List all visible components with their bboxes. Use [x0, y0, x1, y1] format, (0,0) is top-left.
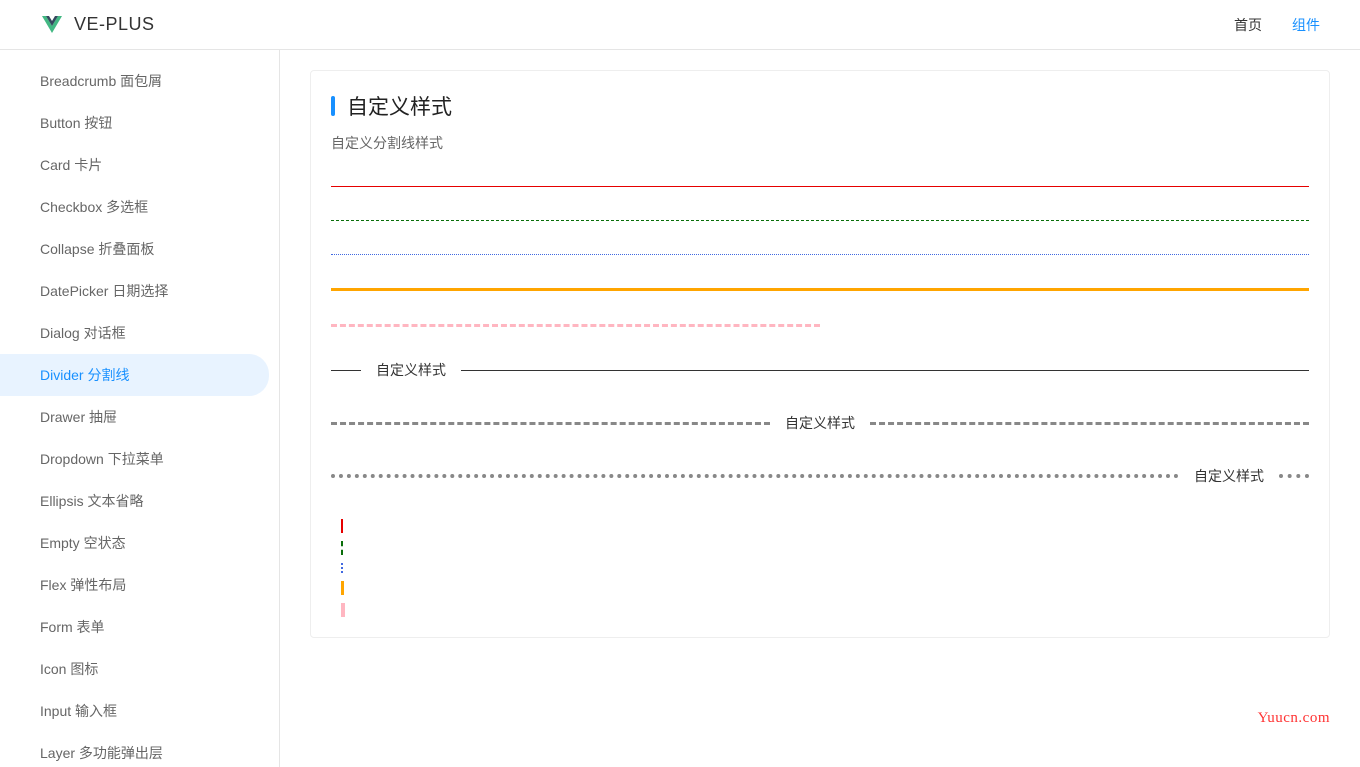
divider-text-label: 自定义样式 [770, 413, 870, 433]
vertical-divider-pink [341, 603, 1309, 617]
sidebar-item[interactable]: Layer 多功能弹出层 [0, 732, 269, 767]
sidebar: Breadcrumb 面包屑Button 按钮Card 卡片Checkbox 多… [0, 50, 280, 767]
sidebar-item[interactable]: Ellipsis 文本省略 [0, 480, 269, 522]
sidebar-item[interactable]: Form 表单 [0, 606, 269, 648]
vertical-divider-orange [341, 581, 1309, 595]
header: VE-PLUS 首页 组件 [0, 0, 1360, 50]
sidebar-item[interactable]: Dropdown 下拉菜单 [0, 438, 269, 480]
divider-text-center-dashed: 自定义样式 [331, 413, 1309, 433]
sidebar-item[interactable]: Breadcrumb 面包屑 [0, 60, 269, 102]
divider-line [1279, 474, 1309, 478]
divider-text-left: 自定义样式 [331, 360, 1309, 380]
divider-text-label: 自定义样式 [361, 360, 461, 380]
vertical-divider-red [341, 519, 1309, 533]
main-content: 自定义样式 自定义分割线样式 自定义样式 自定义样式 [280, 50, 1360, 767]
sidebar-item[interactable]: Drawer 抽屉 [0, 396, 269, 438]
sidebar-item[interactable]: Icon 图标 [0, 648, 269, 690]
divider-green-dashed [331, 220, 1309, 221]
divider-text-label: 自定义样式 [1179, 466, 1279, 486]
vertical-divider-green [341, 541, 1309, 555]
vue-logo-icon [40, 13, 64, 37]
sidebar-item[interactable]: Collapse 折叠面板 [0, 228, 269, 270]
sidebar-item[interactable]: Flex 弹性布局 [0, 564, 269, 606]
sidebar-item[interactable]: Dialog 对话框 [0, 312, 269, 354]
divider-text-right-dotted: 自定义样式 [331, 466, 1309, 486]
watermark: Yuucn.com [1258, 710, 1330, 727]
container: Breadcrumb 面包屑Button 按钮Card 卡片Checkbox 多… [0, 50, 1360, 767]
header-left: VE-PLUS [40, 13, 155, 37]
sidebar-item[interactable]: Input 输入框 [0, 690, 269, 732]
nav-components[interactable]: 组件 [1292, 15, 1320, 35]
sidebar-item[interactable]: Divider 分割线 [0, 354, 269, 396]
header-nav: 首页 组件 [1234, 15, 1320, 35]
nav-home[interactable]: 首页 [1234, 15, 1262, 35]
divider-blue-dotted [331, 254, 1309, 255]
card-subtitle: 自定义分割线样式 [331, 133, 1309, 153]
divider-orange-thick [331, 288, 1309, 291]
vertical-divider-group [331, 519, 1309, 617]
divider-pink-dashed-half [331, 324, 820, 327]
sidebar-item[interactable]: Checkbox 多选框 [0, 186, 269, 228]
divider-line [331, 422, 770, 425]
demo-card: 自定义样式 自定义分割线样式 自定义样式 自定义样式 [310, 70, 1330, 638]
card-title-text: 自定义样式 [347, 91, 452, 121]
card-title: 自定义样式 [331, 91, 1309, 121]
sidebar-item[interactable]: Button 按钮 [0, 102, 269, 144]
divider-line [331, 474, 1179, 478]
sidebar-item[interactable]: DatePicker 日期选择 [0, 270, 269, 312]
sidebar-item[interactable]: Empty 空状态 [0, 522, 269, 564]
divider-line [331, 370, 361, 371]
sidebar-item[interactable]: Card 卡片 [0, 144, 269, 186]
divider-red-solid [331, 186, 1309, 187]
divider-line [870, 422, 1309, 425]
brand-name: VE-PLUS [74, 14, 155, 35]
divider-line [461, 370, 1309, 371]
vertical-divider-blue [341, 563, 1309, 573]
